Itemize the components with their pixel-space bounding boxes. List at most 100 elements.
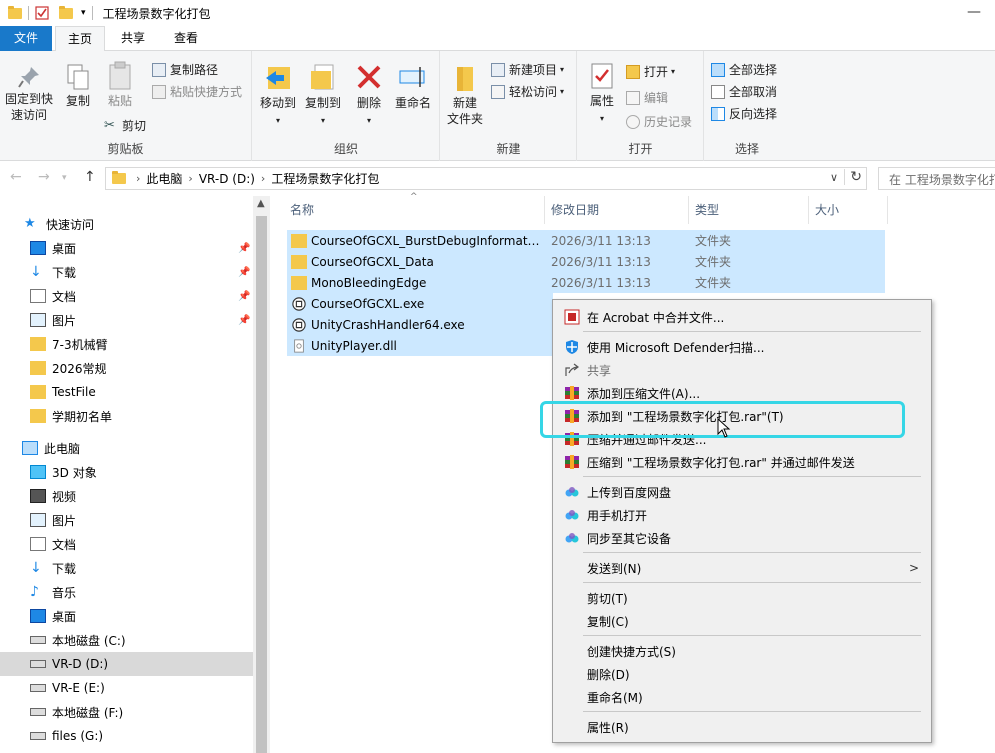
- breadcrumb-chevron-icon[interactable]: ›: [136, 172, 140, 185]
- nav-item-documents[interactable]: 文档 📌: [0, 284, 253, 308]
- tab-home[interactable]: 主页: [55, 26, 105, 52]
- address-bar[interactable]: › 此电脑 › VR-D (D:) › 工程场景数字化打包 ∨ ↻: [105, 167, 867, 190]
- back-arrow-icon[interactable]: ←: [10, 169, 22, 185]
- column-header-date[interactable]: 修改日期: [543, 196, 687, 224]
- column-header-type[interactable]: 类型: [687, 196, 807, 224]
- column-separator[interactable]: [887, 196, 888, 224]
- delete-button[interactable]: 删除 ▾: [351, 61, 387, 129]
- menu-item-baidu-upload[interactable]: 上传到百度网盘: [553, 481, 931, 503]
- nav-item-folder[interactable]: TestFile: [0, 380, 253, 404]
- nav-item-3d-objects[interactable]: 3D 对象: [0, 460, 253, 484]
- rename-button[interactable]: 重命名: [391, 61, 435, 111]
- nav-item-drive-f[interactable]: 本地磁盘 (F:): [0, 700, 253, 724]
- move-to-button[interactable]: 移动到 ▾: [257, 61, 299, 129]
- edit-button[interactable]: 编辑: [626, 89, 668, 106]
- address-dropdown-icon[interactable]: ∨: [830, 171, 838, 184]
- copy-to-button[interactable]: 复制到 ▾: [301, 61, 345, 129]
- file-row[interactable]: CourseOfGCXL.exe: [287, 293, 553, 314]
- tab-share[interactable]: 共享: [108, 26, 158, 51]
- copy-button[interactable]: 复制: [60, 63, 96, 109]
- pin-icon[interactable]: 📌: [238, 267, 250, 278]
- nav-item-drive-g[interactable]: files (G:): [0, 724, 253, 748]
- nav-item-desktop[interactable]: 桌面 📌: [0, 236, 253, 260]
- menu-item-rename[interactable]: 重命名(M): [553, 686, 931, 708]
- nav-item-drive-c[interactable]: 本地磁盘 (C:): [0, 628, 253, 652]
- picture-icon: [30, 313, 46, 327]
- nav-item-downloads[interactable]: ↓ 下载 📌: [0, 260, 253, 284]
- tab-view[interactable]: 查看: [161, 26, 211, 51]
- menu-item-acrobat-combine[interactable]: 在 Acrobat 中合并文件...: [553, 306, 931, 328]
- new-folder-icon[interactable]: [59, 5, 73, 19]
- menu-item-sync-devices[interactable]: 同步至其它设备: [553, 527, 931, 549]
- nav-item-drive-e[interactable]: VR-E (E:): [0, 676, 253, 700]
- file-row[interactable]: CourseOfGCXL_Data 2026/3/11 13:13 文件夹: [287, 251, 885, 272]
- breadcrumb-chevron-icon[interactable]: ›: [188, 172, 192, 185]
- nav-item-music[interactable]: ♪ 音乐: [0, 580, 253, 604]
- scroll-up-arrow-icon[interactable]: ▲: [257, 198, 265, 209]
- nav-item-drive-d[interactable]: VR-D (D:): [0, 652, 253, 676]
- nav-quick-access[interactable]: ★ 快速访问: [0, 212, 253, 236]
- file-type: 文件夹: [695, 276, 732, 290]
- menu-item-share[interactable]: 共享: [553, 359, 931, 381]
- minimize-button[interactable]: —: [967, 4, 981, 20]
- column-header-size[interactable]: 大小: [807, 196, 887, 224]
- column-header-name[interactable]: 名称: [282, 196, 542, 224]
- properties-check-icon[interactable]: [35, 6, 49, 20]
- select-none-button[interactable]: 全部取消: [711, 83, 777, 100]
- rename-icon: [399, 67, 425, 87]
- properties-button[interactable]: 属性 ▾: [584, 61, 620, 127]
- file-row[interactable]: MonoBleedingEdge 2026/3/11 13:13 文件夹: [287, 272, 885, 293]
- nav-this-pc[interactable]: 此电脑: [0, 436, 253, 460]
- breadcrumb-current-folder[interactable]: 工程场景数字化打包: [271, 170, 379, 187]
- menu-item-delete[interactable]: 删除(D): [553, 663, 931, 685]
- new-folder-button[interactable]: 新建 文件夹: [443, 63, 487, 127]
- nav-scrollbar[interactable]: ▲: [253, 196, 270, 753]
- recent-dropdown-icon[interactable]: ▾: [62, 173, 67, 183]
- paste-shortcut-button[interactable]: 粘贴快捷方式: [152, 83, 242, 100]
- folder-icon: [30, 361, 46, 375]
- nav-item-videos[interactable]: 视频: [0, 484, 253, 508]
- menu-item-cut[interactable]: 剪切(T): [553, 587, 931, 609]
- menu-item-open-with-phone[interactable]: 用手机打开: [553, 504, 931, 526]
- nav-item-desktop[interactable]: 桌面: [0, 604, 253, 628]
- open-button[interactable]: 打开 ▾: [626, 63, 675, 80]
- pin-icon[interactable]: 📌: [238, 291, 250, 302]
- menu-item-send-to[interactable]: 发送到(N) >: [553, 557, 931, 579]
- nav-item-folder[interactable]: 2026常规: [0, 356, 253, 380]
- breadcrumb-chevron-icon[interactable]: ›: [261, 172, 265, 185]
- invert-selection-button[interactable]: 反向选择: [711, 105, 777, 122]
- menu-item-properties[interactable]: 属性(R): [553, 716, 931, 738]
- new-item-button[interactable]: 新建项目 ▾: [491, 61, 564, 78]
- nav-item-documents[interactable]: 文档: [0, 532, 253, 556]
- file-row[interactable]: UnityPlayer.dll: [287, 335, 553, 356]
- paste-button[interactable]: 粘贴: [102, 61, 138, 109]
- nav-item-pictures[interactable]: 图片 📌: [0, 308, 253, 332]
- forward-arrow-icon[interactable]: →: [38, 169, 50, 185]
- select-all-button[interactable]: 全部选择: [711, 61, 777, 78]
- menu-item-copy[interactable]: 复制(C): [553, 610, 931, 632]
- menu-item-defender-scan[interactable]: 使用 Microsoft Defender扫描...: [553, 336, 931, 358]
- cut-button[interactable]: ✂ 剪切: [104, 117, 146, 134]
- easy-access-button[interactable]: 轻松访问 ▾: [491, 83, 564, 100]
- menu-item-compress-rar-email[interactable]: 压缩到 "工程场景数字化打包.rar" 并通过邮件发送: [553, 451, 931, 473]
- file-row[interactable]: CourseOfGCXL_BurstDebugInformati... 2026…: [287, 230, 885, 251]
- pin-icon[interactable]: 📌: [238, 315, 250, 326]
- breadcrumb-this-pc[interactable]: 此电脑: [146, 170, 182, 187]
- file-row[interactable]: UnityCrashHandler64.exe: [287, 314, 553, 335]
- breadcrumb-drive-d[interactable]: VR-D (D:): [199, 172, 255, 186]
- history-button[interactable]: 历史记录: [626, 113, 692, 130]
- up-arrow-icon[interactable]: ↑: [84, 169, 96, 185]
- qat-dropdown-icon[interactable]: ▾: [81, 8, 86, 18]
- pin-icon[interactable]: 📌: [238, 243, 250, 254]
- copy-path-button[interactable]: 复制路径: [152, 61, 218, 78]
- nav-item-downloads[interactable]: ↓ 下载: [0, 556, 253, 580]
- nav-item-pictures[interactable]: 图片: [0, 508, 253, 532]
- scrollbar-thumb[interactable]: [256, 216, 267, 753]
- tab-file[interactable]: 文件: [0, 26, 52, 51]
- nav-item-folder[interactable]: 7-3机械臂: [0, 332, 253, 356]
- pin-quick-access-button[interactable]: 固定到快 速访问: [4, 65, 54, 123]
- menu-item-create-shortcut[interactable]: 创建快捷方式(S): [553, 640, 931, 662]
- nav-item-folder[interactable]: 学期初名单: [0, 404, 253, 428]
- refresh-icon[interactable]: ↻: [844, 169, 862, 185]
- search-box[interactable]: 在 工程场景数字化打包: [878, 167, 995, 190]
